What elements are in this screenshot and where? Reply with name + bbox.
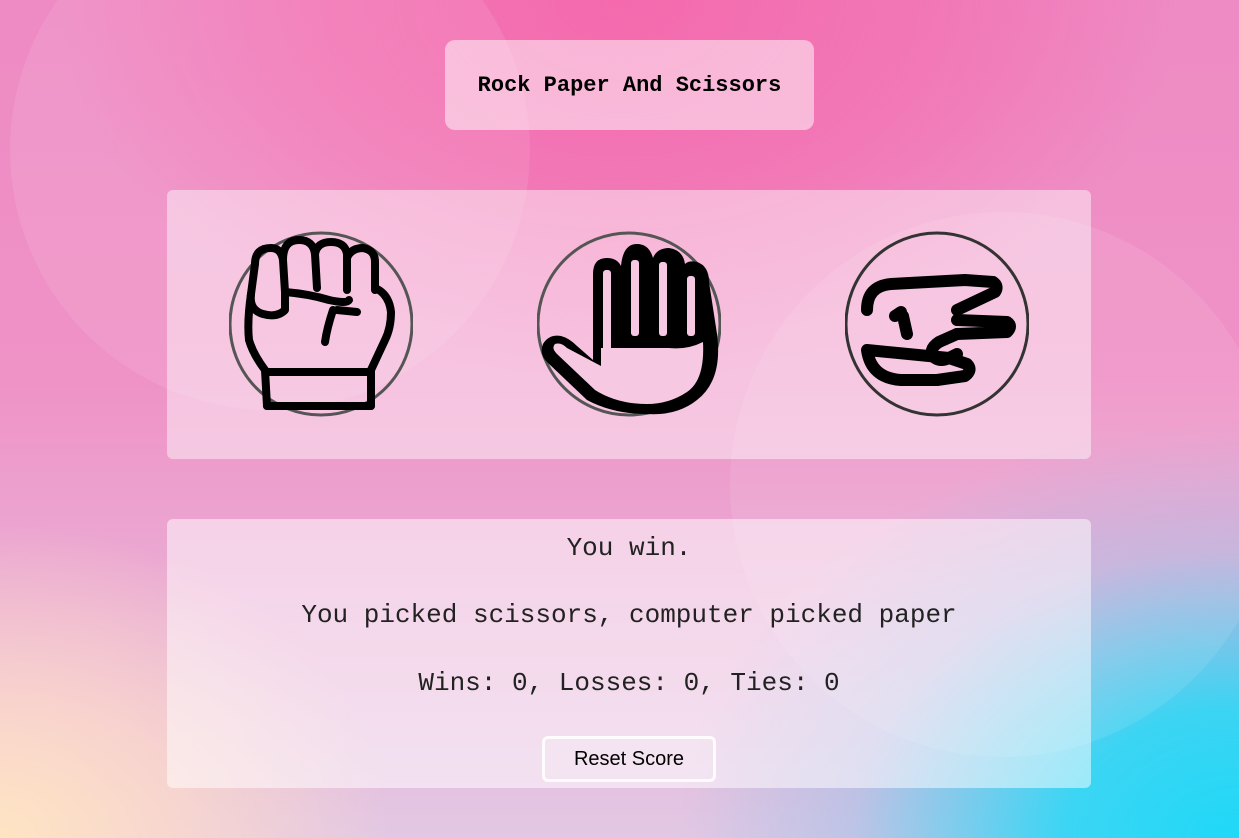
page-title: Rock Paper And Scissors [477, 72, 782, 98]
open-hand-icon [537, 231, 721, 417]
reset-score-button[interactable]: Reset Score [542, 736, 716, 782]
fist-icon [229, 231, 413, 417]
scissors-hand-icon [845, 231, 1029, 417]
result-text: You win. [566, 533, 692, 563]
rock-button[interactable] [229, 230, 413, 418]
title-box: Rock Paper And Scissors [445, 40, 814, 130]
results-panel: You win. You picked scissors, computer p… [167, 519, 1091, 788]
moves-text: You picked scissors, computer picked pap… [301, 600, 957, 630]
paper-button[interactable] [537, 230, 721, 418]
scissors-button[interactable] [845, 230, 1029, 418]
choices-panel [167, 190, 1091, 459]
score-text: Wins: 0, Losses: 0, Ties: 0 [418, 668, 840, 698]
